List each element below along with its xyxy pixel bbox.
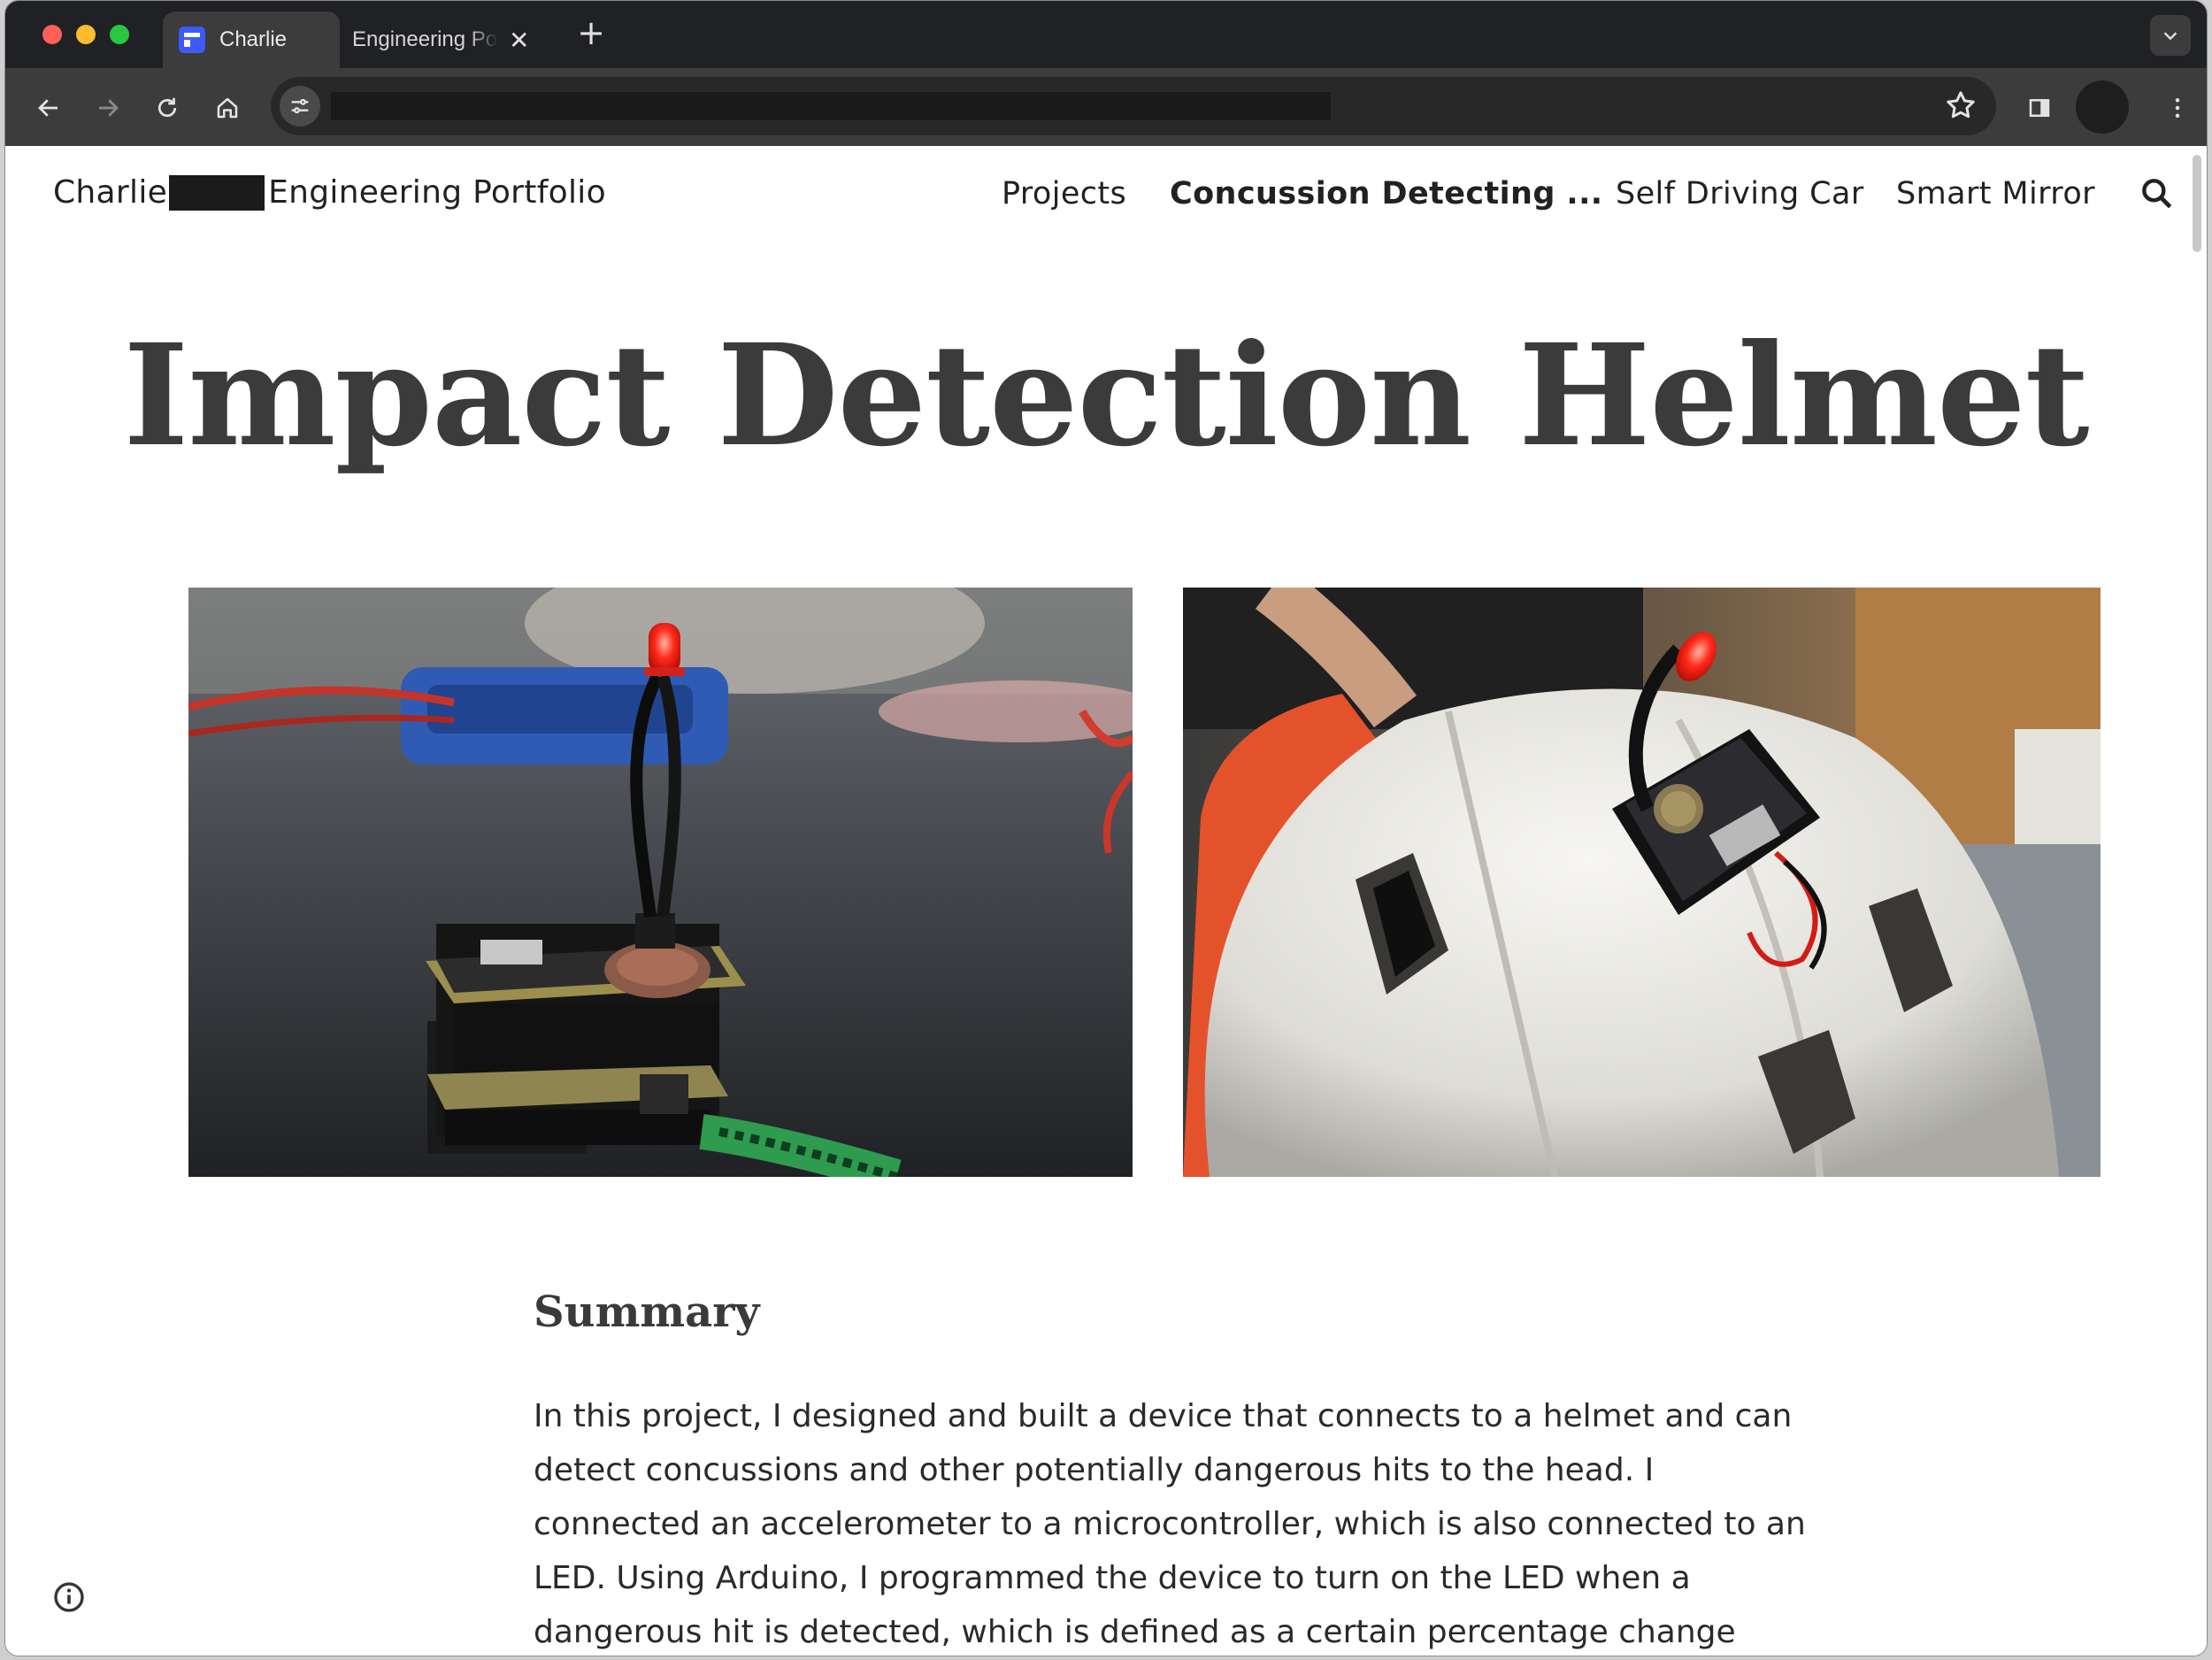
- project-photo-circuit: [188, 588, 1133, 1177]
- nav-projects[interactable]: Projects: [1002, 176, 1126, 211]
- close-window-button[interactable]: [42, 25, 62, 44]
- arrow-left-icon: [38, 99, 58, 117]
- summary-heading: Summary: [534, 1287, 760, 1337]
- page-scrollbar[interactable]: [2193, 155, 2201, 252]
- new-tab-button[interactable]: +: [572, 15, 611, 54]
- site-brand-link[interactable]: Charlie Engineering Portfolio: [53, 174, 606, 211]
- brand-title: Engineering Portfolio: [268, 174, 606, 211]
- project-photo-helmet: [1183, 588, 2101, 1177]
- back-button[interactable]: [28, 88, 69, 128]
- search-icon[interactable]: [2138, 174, 2177, 213]
- tab-search-button[interactable]: [2150, 15, 2191, 56]
- url-text-redacted: [331, 92, 1331, 120]
- forward-button[interactable]: [88, 88, 128, 128]
- tab-title: Engineering Portfolio: [352, 27, 498, 51]
- maximize-window-button[interactable]: [110, 25, 129, 44]
- brand-first-name: Charlie: [53, 174, 168, 211]
- tab-engineering-portfolio[interactable]: Engineering Portfolio ✕: [340, 12, 552, 68]
- nav-smart-mirror[interactable]: Smart Mirror: [1896, 176, 2095, 211]
- site-favicon-icon: [179, 27, 205, 53]
- site-info-button[interactable]: [280, 86, 320, 127]
- reload-icon: [157, 97, 177, 118]
- tab-strip: Charlie Engineering Portfolio ✕ +: [5, 1, 2207, 68]
- brand-redacted-surname: [169, 174, 265, 211]
- tab-title: Charlie: [219, 27, 288, 51]
- site-header: Charlie Engineering Portfolio Projects C…: [5, 146, 2207, 243]
- tune-icon: [291, 98, 309, 114]
- profile-avatar[interactable]: [2076, 81, 2129, 134]
- browser-toolbar: [5, 68, 2207, 146]
- address-bar[interactable]: [271, 77, 1996, 135]
- home-button[interactable]: [207, 88, 248, 128]
- reload-button[interactable]: [147, 88, 188, 128]
- info-icon[interactable]: [51, 1579, 87, 1615]
- page-title: Impact Detection Helmet: [123, 314, 2089, 478]
- summary-paragraph: In this project, I designed and built a …: [534, 1398, 1806, 1650]
- minimize-window-button[interactable]: [76, 25, 96, 44]
- web-page: Charlie Engineering Portfolio Projects C…: [5, 146, 2207, 1656]
- side-panel-button[interactable]: [2019, 88, 2060, 128]
- nav-self-driving-car[interactable]: Self Driving Car: [1616, 176, 1864, 211]
- side-panel-icon: [2029, 99, 2050, 117]
- browser-menu-button[interactable]: [2157, 88, 2198, 128]
- browser-window: Charlie Engineering Portfolio ✕ +: [4, 0, 2208, 1656]
- chevron-down-icon: [2163, 32, 2177, 41]
- more-vert-icon: [2175, 98, 2180, 118]
- close-icon[interactable]: ✕: [509, 26, 529, 55]
- arrow-right-icon: [99, 99, 119, 117]
- star-icon[interactable]: [1943, 88, 1978, 123]
- home-icon: [217, 97, 238, 119]
- tab-charlie[interactable]: Charlie: [163, 12, 340, 68]
- nav-concussion-detecting[interactable]: Concussion Detecting ...: [1170, 176, 1603, 211]
